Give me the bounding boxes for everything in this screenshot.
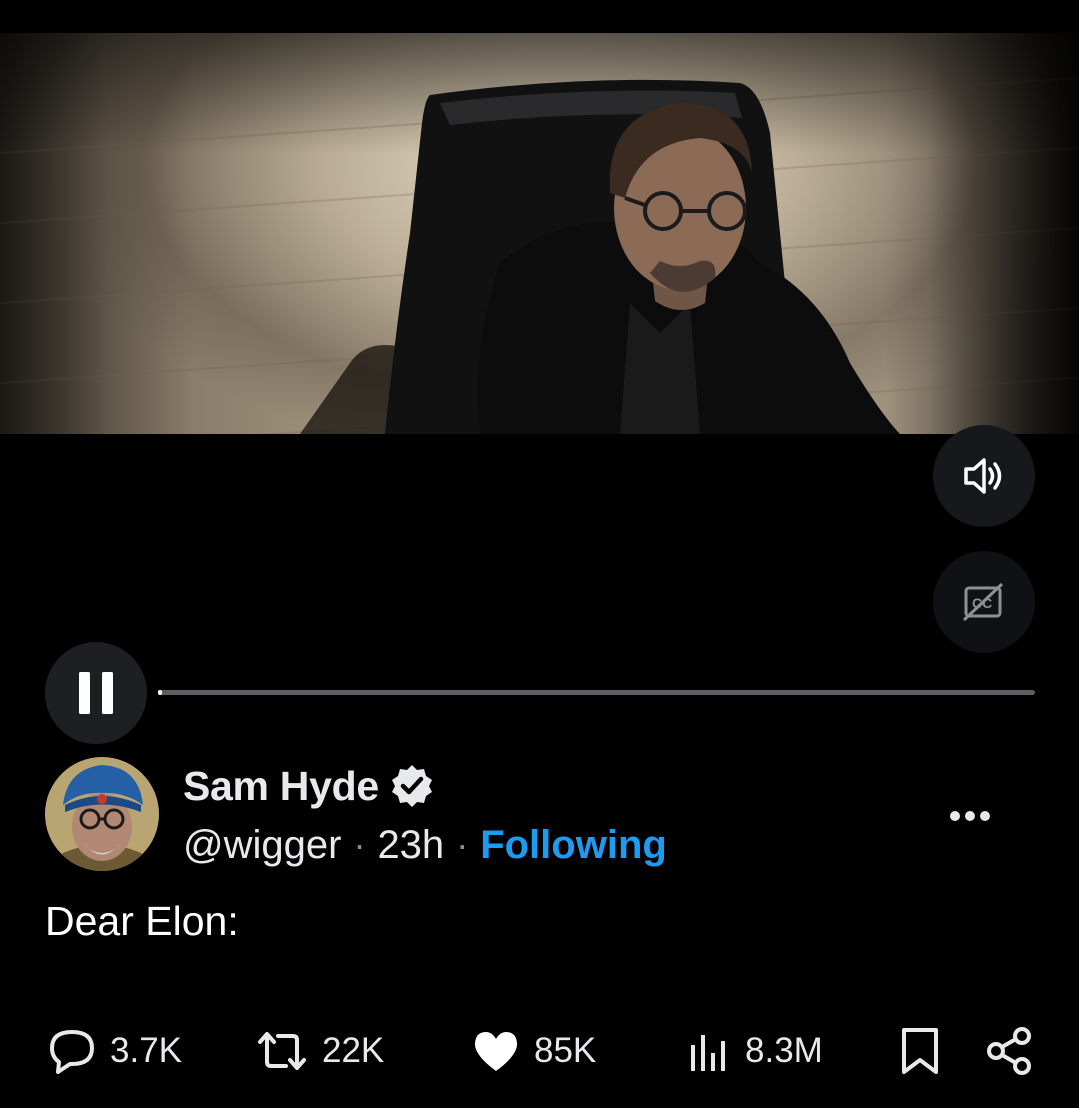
views-count: 8.3M (745, 1031, 823, 1070)
like-count: 85K (534, 1031, 597, 1070)
author-handle[interactable]: @wigger (183, 823, 341, 868)
views-button[interactable]: 8.3M (687, 1024, 823, 1078)
author-meta-row: @wigger · 23h · Following (183, 818, 667, 872)
verified-badge-icon (391, 765, 432, 807)
views-chart-icon (691, 1035, 725, 1071)
pause-icon (79, 672, 113, 714)
reply-count: 3.7K (110, 1031, 182, 1070)
reply-icon (50, 1030, 94, 1074)
avatar[interactable] (45, 757, 159, 871)
repost-count: 22K (322, 1031, 385, 1070)
reply-button[interactable]: 3.7K (48, 1024, 182, 1078)
share-icon[interactable] (984, 1024, 1034, 1078)
repost-button[interactable]: 22K (256, 1024, 384, 1078)
meta-separator-2: · (456, 824, 469, 865)
like-button[interactable]: 85K (472, 1024, 596, 1078)
captions-button[interactable]: CC (933, 551, 1035, 653)
avatar-image (45, 757, 159, 871)
following-button[interactable]: Following (480, 823, 667, 868)
meta-separator: · (353, 824, 366, 865)
video-player[interactable] (0, 33, 1079, 434)
pause-button[interactable] (45, 642, 147, 744)
heart-icon (474, 1032, 518, 1071)
repost-icon (258, 1032, 306, 1070)
video-frame-image (300, 79, 900, 434)
volume-icon (964, 458, 1002, 494)
volume-button[interactable] (933, 425, 1035, 527)
captions-off-icon: CC (962, 582, 1004, 622)
video-progress-bar[interactable] (158, 690, 1035, 695)
tweet-detail-screen: CC Sam Hyde (0, 0, 1079, 1108)
tweet-text: Dear Elon: (45, 898, 239, 944)
more-icon[interactable] (944, 796, 996, 836)
author-name-row[interactable]: Sam Hyde (183, 760, 435, 812)
bookmark-icon[interactable] (898, 1024, 942, 1078)
tweet-timestamp[interactable]: 23h (377, 823, 444, 868)
video-progress-fill (158, 690, 162, 695)
author-display-name[interactable]: Sam Hyde (183, 763, 379, 810)
